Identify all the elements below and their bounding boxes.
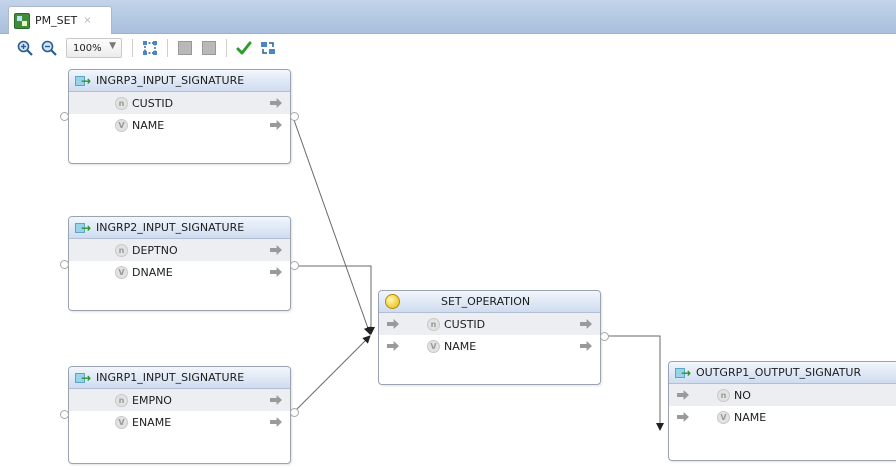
number-type-icon: n <box>115 243 128 257</box>
field-row[interactable]: n DEPTNO <box>69 239 290 261</box>
node-title: INGRP1_INPUT_SIGNATURE <box>96 371 245 384</box>
diagram-toolbar: 100% ▼ <box>0 34 896 62</box>
varchar-type-icon: V <box>717 410 730 424</box>
field-row[interactable]: V ENAME <box>69 411 290 433</box>
validate-check-icon[interactable] <box>235 39 253 57</box>
close-tab-icon[interactable]: × <box>83 15 91 26</box>
connector-icon[interactable] <box>60 260 69 269</box>
input-group-node-ingrp2[interactable]: → INGRP2_INPUT_SIGNATURE n DEPTNO V DNAM… <box>68 216 291 311</box>
input-port-icon[interactable] <box>387 341 399 351</box>
set-operation-node[interactable]: SET_OPERATION n CUSTID V NAME <box>378 290 601 385</box>
link-ingrp3-name-to-set-custid[interactable] <box>293 119 372 335</box>
input-signature-icon: → <box>75 74 91 88</box>
output-group-node-outgrp1[interactable]: → OUTGRP1_OUTPUT_SIGNATUR n NO V NAME <box>668 361 896 461</box>
link-set-custid-to-out-no[interactable] <box>604 335 664 431</box>
node-title: INGRP2_INPUT_SIGNATURE <box>96 221 245 234</box>
zoom-value: 100% <box>73 42 102 54</box>
field-name: NAME <box>444 339 477 353</box>
input-group-node-ingrp3[interactable]: → INGRP3_INPUT_SIGNATURE n CUSTID V NAME <box>68 69 291 164</box>
field-name: CUSTID <box>444 317 486 331</box>
node-title: SET_OPERATION <box>441 295 531 308</box>
fit-to-window-icon[interactable] <box>141 39 159 57</box>
output-port-icon[interactable] <box>270 245 282 255</box>
node-title: INGRP3_INPUT_SIGNATURE <box>96 74 245 87</box>
toolbar-separator <box>226 39 227 57</box>
toolbar-separator <box>132 39 133 57</box>
field-name: NAME <box>132 118 165 132</box>
input-port-icon[interactable] <box>677 412 689 422</box>
node-header: → INGRP1_INPUT_SIGNATURE <box>69 367 290 389</box>
field-row[interactable]: n CUSTID <box>69 92 290 114</box>
connector-icon[interactable] <box>60 112 69 121</box>
output-port-icon[interactable] <box>270 120 282 130</box>
field-row[interactable]: n EMPNO <box>69 389 290 411</box>
toolbar-separator <box>167 39 168 57</box>
field-row[interactable]: V NAME <box>669 406 896 428</box>
connector-icon[interactable] <box>60 410 69 419</box>
output-port-icon[interactable] <box>580 341 592 351</box>
node-header: SET_OPERATION <box>379 291 600 313</box>
node-header: → INGRP2_INPUT_SIGNATURE <box>69 217 290 239</box>
varchar-type-icon: V <box>427 339 440 353</box>
varchar-type-icon: V <box>115 415 128 429</box>
mapping-canvas[interactable]: → INGRP3_INPUT_SIGNATURE n CUSTID V NAME… <box>0 62 896 470</box>
output-port-icon[interactable] <box>270 395 282 405</box>
editor-tabstrip: PM_SET × <box>0 0 896 34</box>
field-name: NAME <box>734 410 767 424</box>
connector-icon[interactable] <box>290 261 299 270</box>
input-port-icon[interactable] <box>677 390 689 400</box>
field-name: DNAME <box>132 265 173 279</box>
varchar-type-icon: V <box>115 118 128 132</box>
node-title: OUTGRP1_OUTPUT_SIGNATUR <box>696 366 862 379</box>
input-signature-icon: → <box>75 371 91 385</box>
set-operation-icon <box>385 294 400 309</box>
connector-icon[interactable] <box>290 408 299 417</box>
mapping-icon <box>14 12 30 29</box>
input-group-node-ingrp1[interactable]: → INGRP1_INPUT_SIGNATURE n EMPNO V ENAME <box>68 366 291 464</box>
number-type-icon: n <box>115 393 128 407</box>
zoom-in-icon[interactable] <box>16 39 34 57</box>
field-name: ENAME <box>132 415 172 429</box>
connector-icon[interactable] <box>600 332 609 341</box>
refresh-icon[interactable] <box>259 39 277 57</box>
field-row[interactable]: n NO <box>669 384 896 406</box>
connector-icon[interactable] <box>290 112 299 121</box>
node-header: → INGRP3_INPUT_SIGNATURE <box>69 70 290 92</box>
link-ingrp1-ename-to-set-custid[interactable] <box>293 335 371 413</box>
output-port-icon[interactable] <box>580 319 592 329</box>
field-name: DEPTNO <box>132 243 178 257</box>
tab-label: PM_SET <box>35 14 78 27</box>
number-type-icon: n <box>427 317 440 331</box>
field-name: EMPNO <box>132 393 172 407</box>
auto-layout-icon[interactable] <box>200 39 218 57</box>
output-signature-icon: → <box>675 366 691 380</box>
output-port-icon[interactable] <box>270 98 282 108</box>
field-row[interactable]: n CUSTID <box>379 313 600 335</box>
zoom-select[interactable]: 100% ▼ <box>66 38 122 58</box>
number-type-icon: n <box>115 96 128 110</box>
node-header: → OUTGRP1_OUTPUT_SIGNATUR <box>669 362 896 384</box>
field-row[interactable]: V NAME <box>379 335 600 357</box>
varchar-type-icon: V <box>115 265 128 279</box>
tab-pm-set[interactable]: PM_SET × <box>8 6 112 34</box>
input-signature-icon: → <box>75 221 91 235</box>
chevron-down-icon: ▼ <box>109 41 116 51</box>
input-port-icon[interactable] <box>387 319 399 329</box>
field-row[interactable]: V DNAME <box>69 261 290 283</box>
link-ingrp2-dname-to-set-custid[interactable] <box>294 265 375 335</box>
layout-icon[interactable] <box>176 39 194 57</box>
output-port-icon[interactable] <box>270 267 282 277</box>
zoom-out-icon[interactable] <box>40 39 58 57</box>
field-name: NO <box>734 388 751 402</box>
output-port-icon[interactable] <box>270 417 282 427</box>
number-type-icon: n <box>717 388 730 402</box>
field-row[interactable]: V NAME <box>69 114 290 136</box>
field-name: CUSTID <box>132 96 174 110</box>
